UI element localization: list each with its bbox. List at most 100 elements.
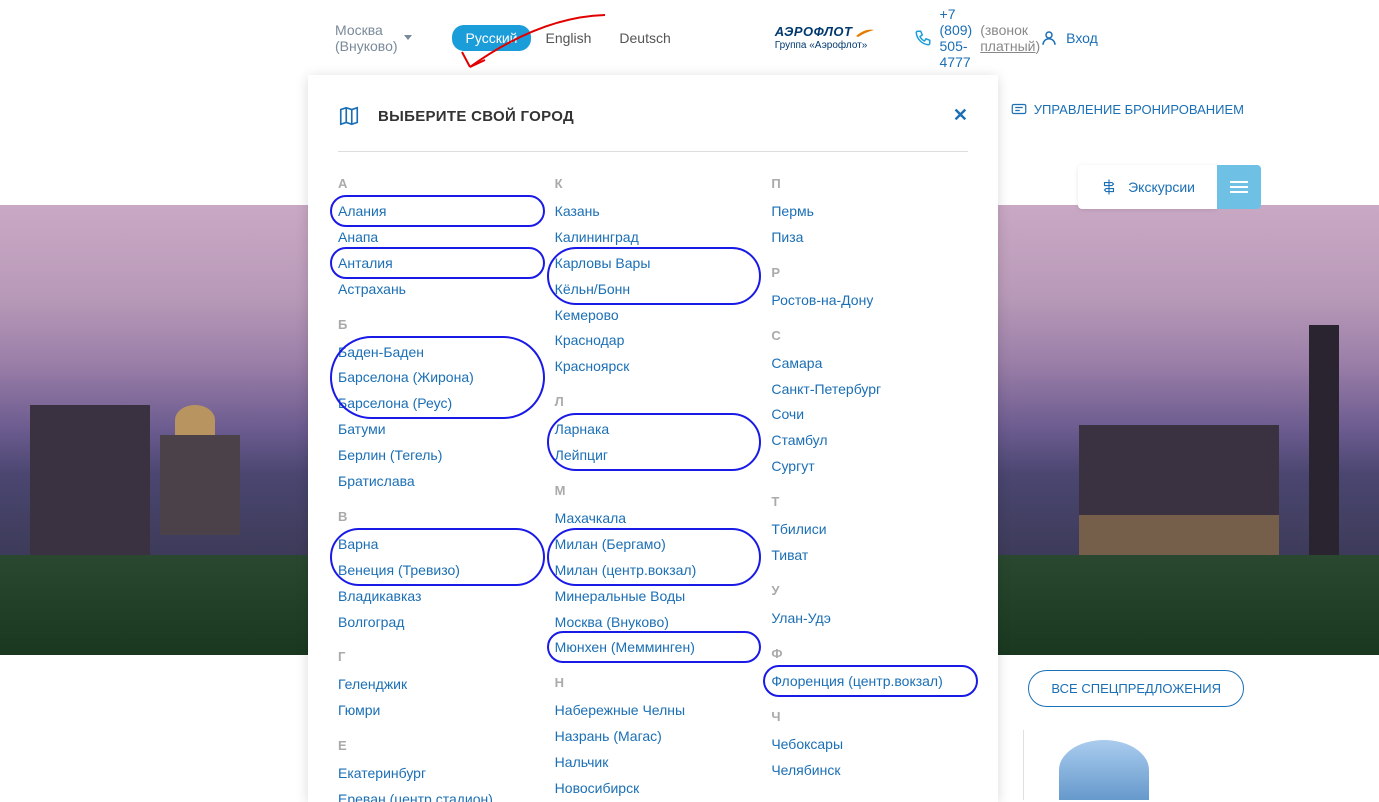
city-link[interactable]: Варна: [338, 532, 535, 558]
city-link[interactable]: Улан-Удэ: [771, 606, 968, 632]
city-link[interactable]: Калининград: [555, 225, 752, 251]
city-link[interactable]: Челябинск: [771, 758, 968, 784]
secondary-nav: АЦИЯ УПРАВЛЕНИЕ БРОНИРОВАНИЕМ: [955, 100, 1244, 118]
chevron-down-icon: [404, 35, 412, 40]
city-link[interactable]: Стамбул: [771, 428, 968, 454]
city-link[interactable]: Берлин (Тегель): [338, 443, 535, 469]
city-link[interactable]: Новосибирск: [555, 776, 752, 802]
phone-block: +7 (809) 505-4777 (звонок платный): [914, 6, 1041, 70]
city-link[interactable]: Волгоград: [338, 610, 535, 636]
city-link[interactable]: Минеральные Воды: [555, 584, 752, 610]
login-link[interactable]: Вход: [1040, 29, 1098, 47]
city-link[interactable]: Анталия: [338, 251, 535, 277]
user-icon: [1040, 29, 1058, 47]
ticket-icon: [1010, 100, 1028, 118]
city-link[interactable]: Лейпциг: [555, 443, 752, 469]
signpost-icon: [1100, 178, 1118, 196]
city-link[interactable]: Махачкала: [555, 506, 752, 532]
city-link[interactable]: Самара: [771, 351, 968, 377]
city-link[interactable]: Пермь: [771, 199, 968, 225]
city-link[interactable]: Ростов-на-Дону: [771, 288, 968, 314]
city-link[interactable]: Набережные Челны: [555, 698, 752, 724]
phone-icon: [914, 29, 932, 47]
phone-number[interactable]: +7 (809) 505-4777: [940, 6, 973, 70]
city-link[interactable]: Красноярск: [555, 354, 752, 380]
letter-heading: Т: [771, 494, 968, 509]
city-link[interactable]: Баден-Баден: [338, 340, 535, 366]
city-link[interactable]: Астрахань: [338, 277, 535, 303]
letter-heading: Г: [338, 649, 535, 664]
topbar: Москва (Внуково) Русский English Deutsch…: [0, 0, 1379, 75]
menu-button[interactable]: [1217, 165, 1261, 209]
city-link[interactable]: Тиват: [771, 543, 968, 569]
city-columns: А АланияАнапаАнталияАстрахань Б Баден-Баден…: [338, 176, 968, 802]
city-link[interactable]: Батуми: [338, 417, 535, 443]
letter-heading: П: [771, 176, 968, 191]
city-link[interactable]: Краснодар: [555, 328, 752, 354]
letter-heading: Б: [338, 317, 535, 332]
offer-thumbnail[interactable]: [1059, 740, 1149, 800]
city-link[interactable]: Кёльн/Бонн: [555, 277, 752, 303]
tab-excursions[interactable]: Экскурсии: [1078, 165, 1217, 209]
letter-heading: Е: [338, 738, 535, 753]
divider: [1023, 730, 1024, 800]
city-link[interactable]: Тбилиси: [771, 517, 968, 543]
city-link[interactable]: Москва (Внуково): [555, 610, 752, 636]
city-link[interactable]: Милан (Бергамо): [555, 532, 752, 558]
letter-heading: Ф: [771, 646, 968, 661]
city-link[interactable]: Кемерово: [555, 303, 752, 329]
letter-heading: М: [555, 483, 752, 498]
city-link[interactable]: Сочи: [771, 402, 968, 428]
city-link[interactable]: Казань: [555, 199, 752, 225]
language-switcher: Русский English Deutsch: [452, 25, 685, 51]
city-selector-label: Москва (Внуково): [335, 22, 398, 54]
city-link[interactable]: Гюмри: [338, 698, 535, 724]
city-link[interactable]: Барселона (Жирона): [338, 365, 535, 391]
city-link[interactable]: Флоренция (центр.вокзал): [771, 669, 968, 695]
city-link[interactable]: Карловы Вары: [555, 251, 752, 277]
phone-note: (звонок платный): [980, 22, 1040, 54]
city-link[interactable]: Владикавказ: [338, 584, 535, 610]
letter-heading: Ч: [771, 709, 968, 724]
city-link[interactable]: Назрань (Магас): [555, 724, 752, 750]
city-link[interactable]: Алания: [338, 199, 535, 225]
city-link[interactable]: Ларнака: [555, 417, 752, 443]
city-link[interactable]: Венеция (Тревизо): [338, 558, 535, 584]
letter-heading: С: [771, 328, 968, 343]
modal-title: ВЫБЕРИТЕ СВОЙ ГОРОД: [378, 108, 574, 125]
lang-ru[interactable]: Русский: [452, 25, 532, 51]
city-link[interactable]: Санкт-Петербург: [771, 377, 968, 403]
city-modal: ВЫБЕРИТЕ СВОЙ ГОРОД ✕ А АланияАнапаАнтали…: [308, 75, 998, 802]
lang-en[interactable]: English: [531, 25, 605, 51]
city-link[interactable]: Братислава: [338, 469, 535, 495]
letter-heading: У: [771, 583, 968, 598]
wing-icon: [856, 28, 874, 38]
city-link[interactable]: Анапа: [338, 225, 535, 251]
letter-heading: Л: [555, 394, 752, 409]
letter-heading: А: [338, 176, 535, 191]
city-link[interactable]: Нальчик: [555, 750, 752, 776]
city-selector[interactable]: Москва (Внуково): [335, 22, 412, 54]
brand-logo[interactable]: АЭРОФЛОТ Группа «Аэрофлот»: [775, 24, 874, 51]
city-link[interactable]: Екатеринбург: [338, 761, 535, 787]
city-link[interactable]: Пиза: [771, 225, 968, 251]
city-link[interactable]: Геленджик: [338, 672, 535, 698]
lang-de[interactable]: Deutsch: [605, 25, 684, 51]
close-icon[interactable]: ✕: [953, 105, 968, 126]
letter-heading: К: [555, 176, 752, 191]
tabs-row: Экскурсии: [1078, 165, 1261, 209]
nav-booking[interactable]: УПРАВЛЕНИЕ БРОНИРОВАНИЕМ: [1010, 100, 1244, 118]
city-link[interactable]: Милан (центр.вокзал): [555, 558, 752, 584]
city-link[interactable]: Чебоксары: [771, 732, 968, 758]
modal-header: ВЫБЕРИТЕ СВОЙ ГОРОД ✕: [338, 105, 968, 152]
letter-heading: Н: [555, 675, 752, 690]
hamburger-icon: [1230, 186, 1248, 188]
city-link[interactable]: Сургут: [771, 454, 968, 480]
all-offers-button[interactable]: ВСЕ СПЕЦПРЕДЛОЖЕНИЯ: [1028, 670, 1244, 707]
city-link[interactable]: Барселона (Реус): [338, 391, 535, 417]
letter-heading: В: [338, 509, 535, 524]
map-icon: [338, 105, 360, 127]
city-link[interactable]: Мюнхен (Мемминген): [555, 635, 752, 661]
letter-heading: Р: [771, 265, 968, 280]
city-link[interactable]: Ереван (центр.стадион): [338, 787, 535, 802]
